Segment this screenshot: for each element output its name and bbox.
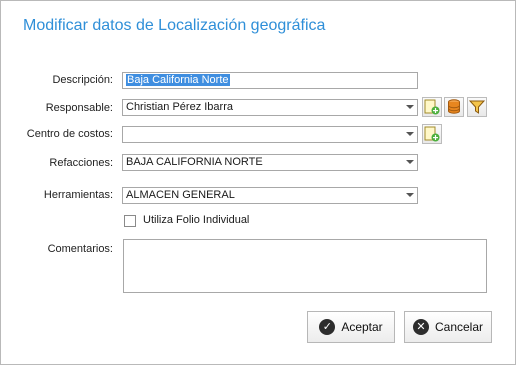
filter-icon — [469, 100, 485, 114]
folio-label: Utiliza Folio Individual — [143, 214, 250, 226]
descripcion-input[interactable]: Baja California Norte — [122, 72, 418, 89]
refacciones-label: Refacciones: — [49, 157, 113, 169]
database-icon — [448, 99, 460, 114]
database-button[interactable] — [444, 97, 464, 117]
filter-button[interactable] — [467, 97, 487, 117]
chevron-down-icon — [406, 132, 414, 136]
herramientas-value: ALMACEN GENERAL — [126, 189, 235, 201]
cancel-label: Cancelar — [434, 320, 484, 334]
dialog-title: Modificar datos de Localización geográfi… — [23, 17, 326, 34]
accept-label: Aceptar — [341, 320, 383, 334]
chevron-down-icon — [406, 193, 414, 197]
comentarios-textarea[interactable] — [123, 239, 487, 293]
herramientas-select[interactable]: ALMACEN GENERAL — [122, 187, 418, 204]
herramientas-label: Herramientas: — [43, 189, 113, 201]
responsable-value: Christian Pérez Ibarra — [126, 101, 233, 113]
centro-label: Centro de costos: — [26, 128, 113, 140]
add-responsable-button[interactable] — [422, 97, 442, 117]
check-icon: ✓ — [319, 319, 336, 335]
comentarios-label: Comentarios: — [47, 243, 113, 255]
add-document-icon — [424, 126, 440, 142]
dialog-window: Modificar datos de Localización geográfi… — [0, 0, 516, 365]
responsable-label: Responsable: — [45, 102, 113, 114]
chevron-down-icon — [406, 160, 414, 164]
descripcion-label: Descripción: — [52, 74, 113, 86]
chevron-down-icon — [406, 105, 414, 109]
accept-button[interactable]: ✓ Aceptar — [307, 311, 395, 343]
cancel-button[interactable]: ✕ Cancelar — [404, 311, 492, 343]
add-document-icon — [424, 99, 440, 115]
folio-checkbox[interactable] — [124, 215, 136, 227]
responsable-select[interactable]: Christian Pérez Ibarra — [122, 99, 418, 116]
refacciones-value: BAJA CALIFORNIA NORTE — [126, 156, 263, 168]
descripcion-value: Baja California Norte — [126, 74, 230, 86]
refacciones-select[interactable]: BAJA CALIFORNIA NORTE — [122, 154, 418, 171]
centro-select[interactable] — [122, 126, 418, 143]
add-centro-button[interactable] — [422, 124, 442, 144]
close-icon: ✕ — [412, 319, 429, 335]
